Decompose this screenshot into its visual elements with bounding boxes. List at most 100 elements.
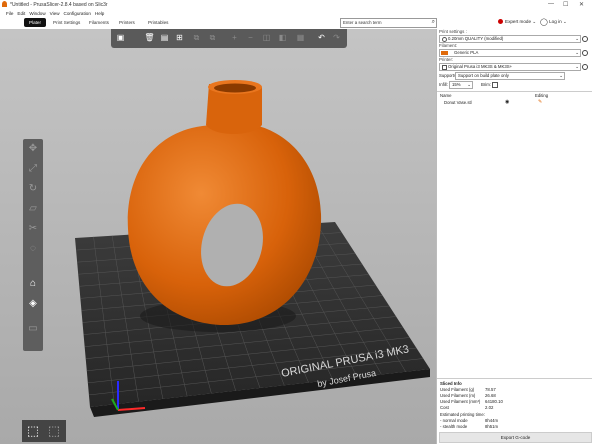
- 3d-viewport[interactable]: ORIGINAL PRUSA i3 MK3 by Josef Prusa ▣ 🗑…: [0, 29, 436, 444]
- chevron-down-icon: ⌄: [559, 73, 563, 78]
- cut-icon[interactable]: ✂: [26, 222, 40, 236]
- rotate-icon[interactable]: ↻: [26, 182, 40, 196]
- print-settings-select[interactable]: 0.20mm QUALITY (modified) ⌄: [439, 35, 581, 43]
- paste-icon[interactable]: ⧉: [207, 32, 218, 44]
- undo-icon[interactable]: ↶: [316, 32, 327, 44]
- info-value: 64180.10: [485, 399, 503, 404]
- top-toolbar: ▣ 🗑 ▤ ⊞ ⧉ ⧉ + − ◫ ◧ ▦ ↶ ↷: [111, 29, 347, 48]
- brim-checkbox[interactable]: [492, 82, 498, 88]
- preview-icon[interactable]: ⬚: [46, 423, 62, 439]
- scale-icon[interactable]: ⤢: [26, 162, 40, 176]
- split-objects-icon[interactable]: ◫: [261, 32, 272, 44]
- printer-icon: [442, 65, 447, 70]
- search-placeholder: Enter a search term: [343, 20, 382, 25]
- settings-panel: Print settings : 0.20mm QUALITY (modifie…: [436, 29, 592, 444]
- maximize-button[interactable]: ☐: [563, 1, 568, 8]
- info-label: Used Filament (m): [440, 393, 476, 398]
- measure-icon[interactable]: ▭: [26, 322, 40, 336]
- object-list-row[interactable]: Donut Vase.stl ◉ ✎: [437, 99, 592, 107]
- info-label: Used Filament (mm³): [440, 399, 481, 404]
- title-bar: *Untitled - PrusaSlicer-2.8.4 based on S…: [0, 0, 592, 10]
- user-icon: ◯: [540, 19, 548, 26]
- remove-instance-icon[interactable]: −: [245, 32, 256, 44]
- tab-plater[interactable]: Plater: [24, 18, 47, 27]
- infill-select[interactable]: 15% ⌄: [449, 81, 473, 89]
- infill-value: 15%: [452, 82, 461, 87]
- gear-icon[interactable]: [582, 36, 588, 42]
- info-value: 8h51m: [485, 424, 499, 429]
- export-gcode-button[interactable]: Export G-code: [439, 432, 592, 443]
- login-button[interactable]: ◯ Log in ⌄: [540, 18, 567, 26]
- add-instance-icon[interactable]: +: [229, 32, 240, 44]
- donut-vase-model[interactable]: [127, 80, 322, 326]
- tab-printables[interactable]: Printables: [143, 18, 173, 27]
- print-settings-value: 0.20mm QUALITY (modified): [448, 36, 504, 41]
- filament-color-swatch[interactable]: [441, 51, 448, 55]
- info-value: 8h44m: [485, 418, 499, 423]
- layers-icon[interactable]: ▦: [295, 32, 306, 44]
- info-label: - stealth mode: [440, 424, 468, 429]
- place-on-face-icon[interactable]: ▱: [26, 202, 40, 216]
- add-object-icon[interactable]: ▣: [115, 32, 126, 44]
- menu-edit[interactable]: Edit: [17, 11, 25, 16]
- info-value: 2.02: [485, 405, 494, 410]
- mode-label: Expert mode: [505, 19, 532, 24]
- edit-icon[interactable]: ✎: [538, 99, 542, 105]
- chevron-down-icon: ⌄: [575, 36, 579, 41]
- tab-print-settings[interactable]: Print Settings: [48, 18, 85, 27]
- profile-icon: [442, 37, 447, 42]
- chevron-down-icon: ⌄: [532, 19, 537, 24]
- gear-icon[interactable]: [582, 64, 588, 70]
- hollow-icon[interactable]: ◌: [26, 242, 40, 256]
- brim-label: Brim:: [481, 82, 492, 87]
- menu-file[interactable]: File: [6, 11, 13, 16]
- column-editing-header: Editing: [535, 93, 549, 98]
- menu-help[interactable]: Help: [95, 11, 104, 16]
- menu-window[interactable]: Window: [29, 11, 45, 16]
- eye-icon[interactable]: ◉: [505, 99, 509, 105]
- search-input[interactable]: Enter a search term ⌕: [340, 18, 437, 28]
- divider: [437, 91, 592, 92]
- menu-configuration[interactable]: Configuration: [64, 11, 91, 16]
- arrange-icon[interactable]: ⊞: [174, 32, 185, 44]
- close-button[interactable]: ✕: [579, 1, 584, 8]
- seam-paint-icon[interactable]: ◈: [26, 297, 40, 311]
- gear-icon[interactable]: [582, 50, 588, 56]
- redo-icon[interactable]: ↷: [331, 32, 342, 44]
- delete-icon[interactable]: 🗑: [144, 32, 155, 44]
- supports-select[interactable]: Support on build plate only ⌄: [455, 72, 565, 80]
- mode-selector[interactable]: Expert mode ⌄: [498, 19, 536, 25]
- filament-label: Filament:: [439, 43, 458, 48]
- app-logo-icon: [2, 1, 7, 7]
- 3d-view-icon[interactable]: ⬚: [25, 423, 41, 439]
- window-title: *Untitled - PrusaSlicer-2.8.4 based on S…: [10, 2, 108, 8]
- info-value: 78.57: [485, 387, 496, 392]
- info-label: - normal mode: [440, 418, 468, 423]
- tab-printers[interactable]: Printers: [114, 18, 140, 27]
- infill-label: Infill:: [439, 82, 448, 87]
- move-icon[interactable]: ✥: [26, 142, 40, 156]
- delete-all-icon[interactable]: ▤: [159, 32, 170, 44]
- print-settings-label: Print settings :: [439, 29, 467, 34]
- filament-value: Generic PLA: [454, 50, 479, 55]
- chevron-down-icon: ⌄: [575, 50, 579, 55]
- split-parts-icon[interactable]: ◧: [277, 32, 288, 44]
- view-switcher: ⬚ ⬚: [22, 420, 66, 442]
- object-name: Donut Vase.stl: [444, 100, 472, 105]
- login-label: Log in: [549, 19, 562, 25]
- minimize-button[interactable]: —: [548, 1, 554, 7]
- printer-label: Printer:: [439, 57, 454, 62]
- tab-filaments[interactable]: Filaments: [84, 18, 114, 27]
- copy-icon[interactable]: ⧉: [191, 32, 202, 44]
- support-paint-icon[interactable]: ⌂: [26, 277, 40, 291]
- filament-select[interactable]: Generic PLA ⌄: [439, 49, 581, 57]
- mode-indicator-icon: [498, 19, 503, 25]
- supports-value: Support on build plate only: [458, 73, 509, 78]
- printer-select[interactable]: Original Prusa i3 MK3S & MK3S+ ⌄: [439, 63, 581, 71]
- info-label: Cost: [440, 405, 449, 410]
- search-icon[interactable]: ⌕: [432, 19, 435, 26]
- menu-view[interactable]: View: [50, 11, 60, 16]
- sliced-info-title: Sliced Info: [440, 381, 462, 386]
- info-value: 26.68: [485, 393, 496, 398]
- chevron-down-icon: ⌄: [575, 64, 579, 69]
